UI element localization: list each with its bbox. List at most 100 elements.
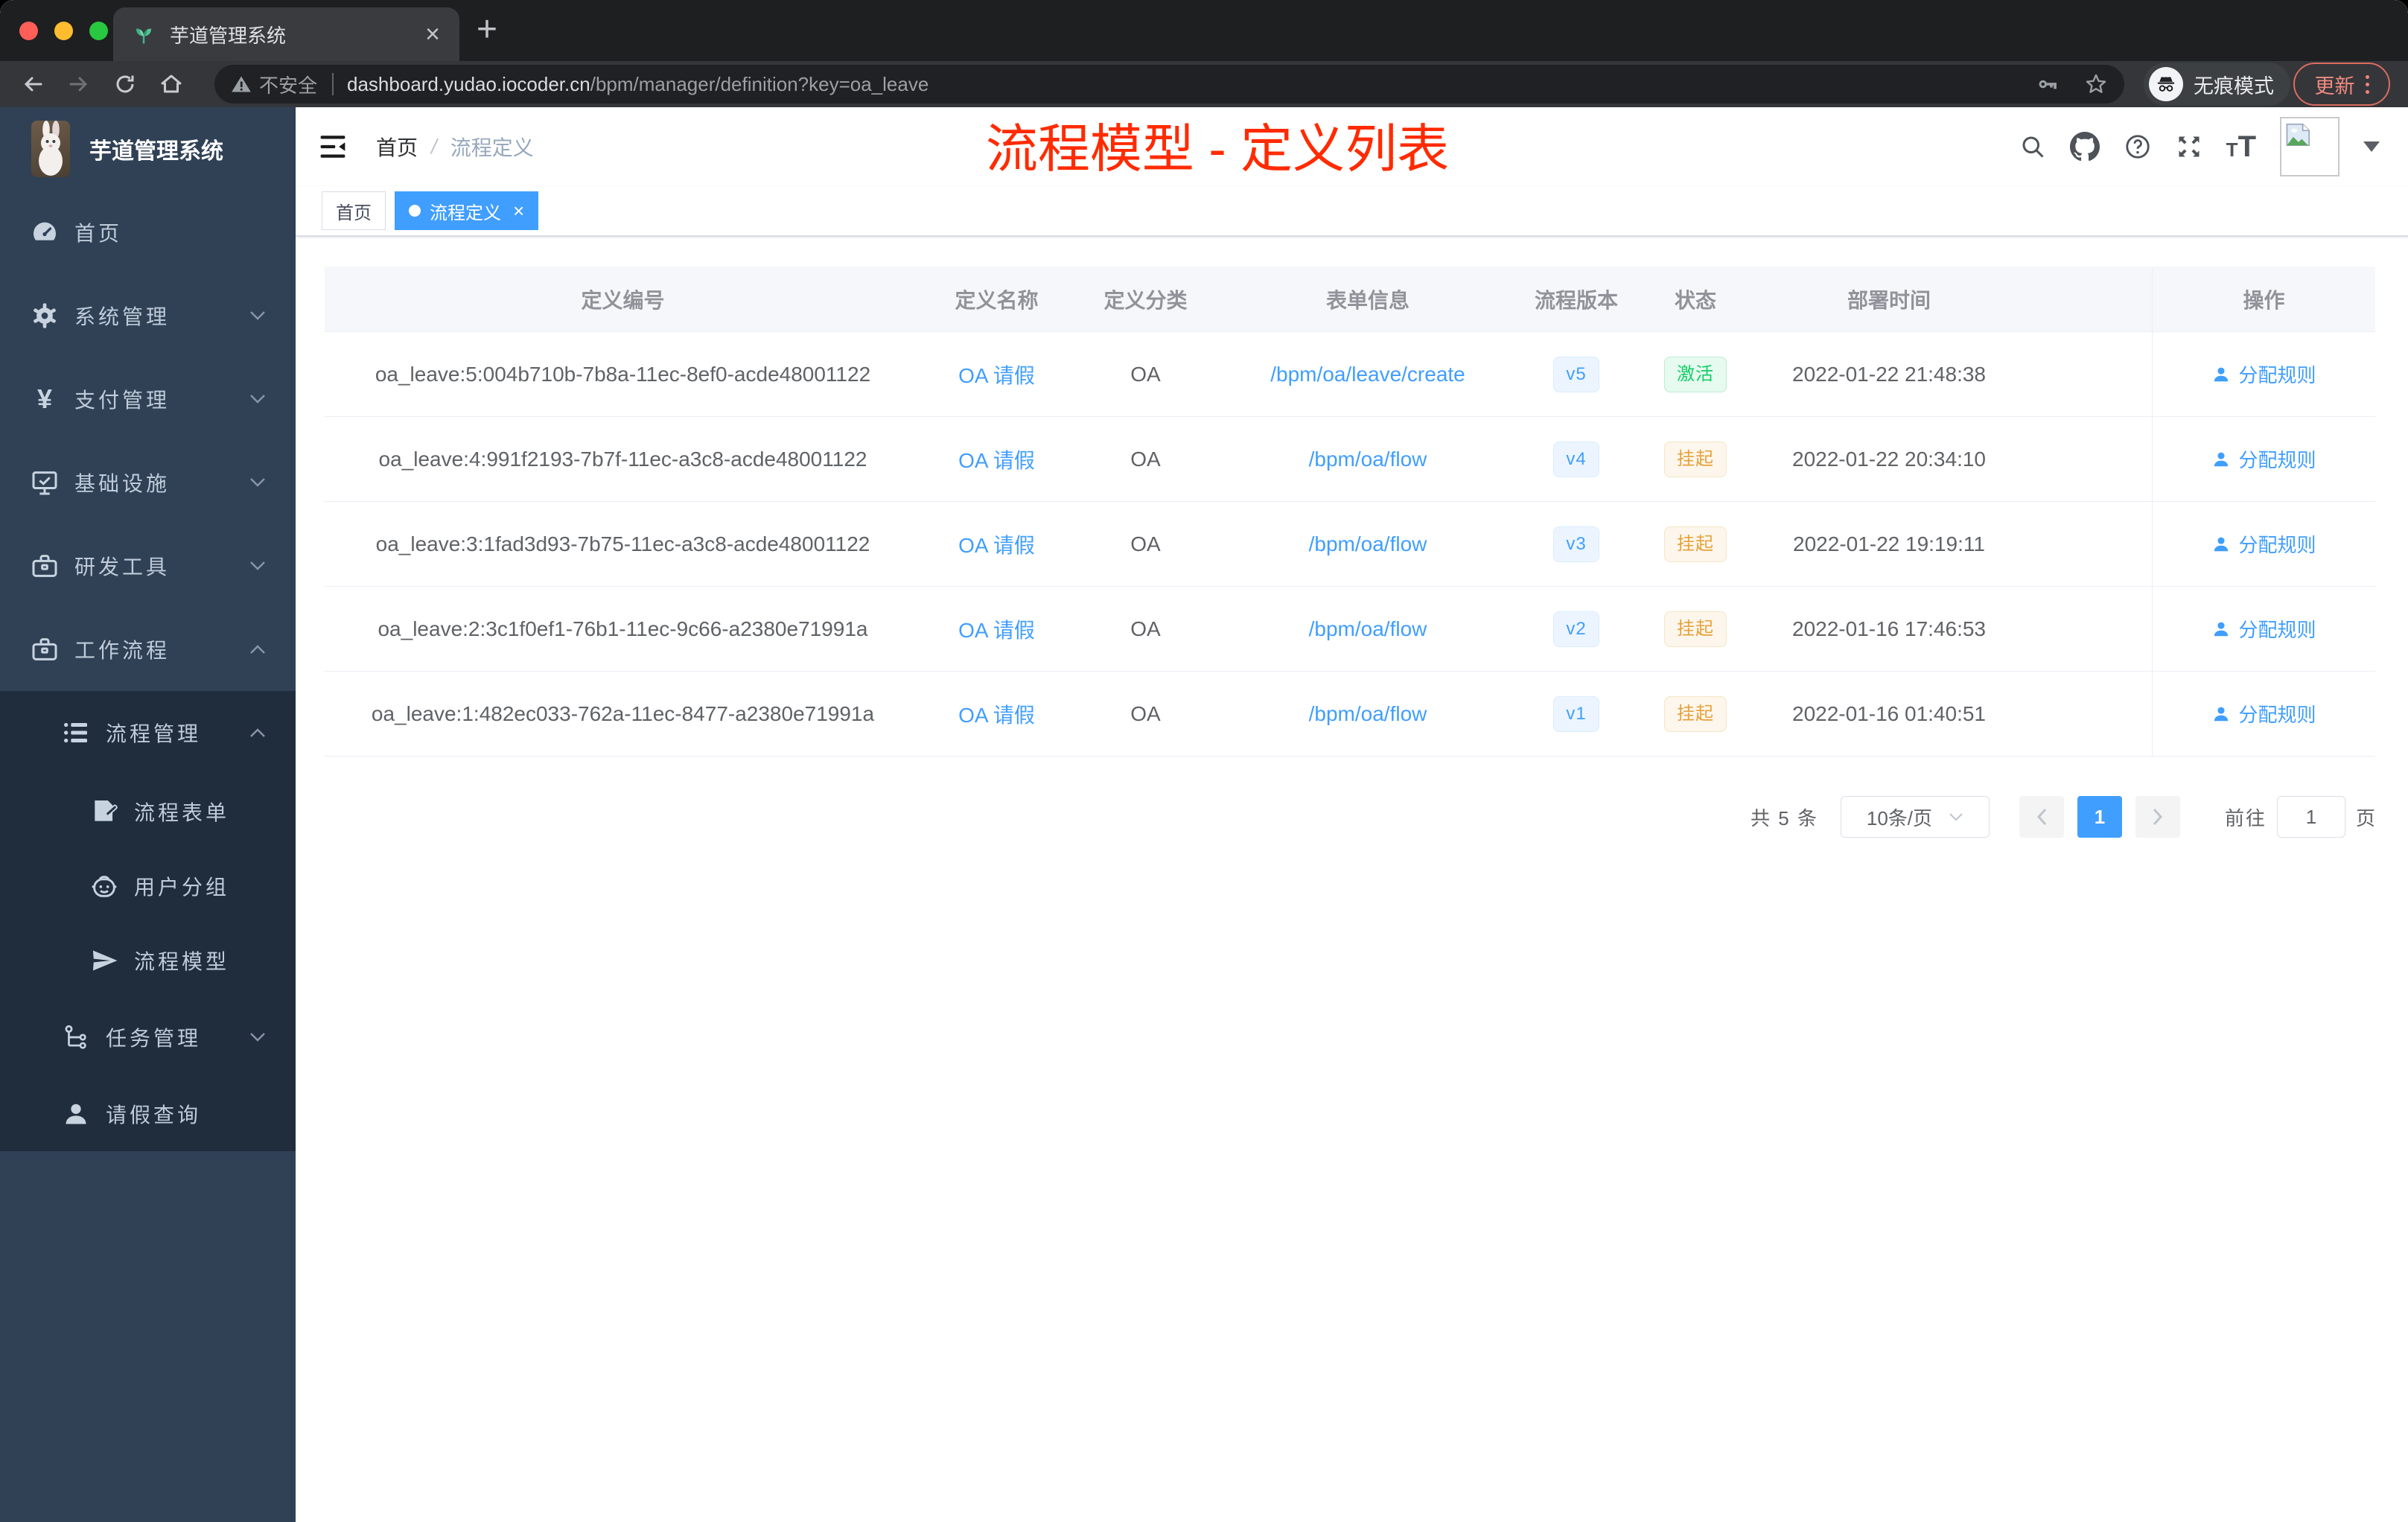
- url-bar[interactable]: 不安全 dashboard.yudao.iocoder.cn/bpm/manag…: [214, 65, 2124, 104]
- sidebar-label: 支付管理: [74, 389, 171, 412]
- sidebar-item-process-model[interactable]: 流程模型: [0, 923, 296, 998]
- goto-label: 前往: [2224, 806, 2267, 830]
- tags-view-bar: 首页 流程定义 ×: [296, 186, 2408, 237]
- definition-name-link[interactable]: OA 请假: [958, 529, 1035, 559]
- table-row: oa_leave:5:004b710b-7b8a-11ec-8ef0-acde4…: [325, 332, 2375, 417]
- sidebar-item-home[interactable]: 首页: [0, 191, 296, 274]
- definition-category: OA: [1130, 701, 1161, 725]
- form-link[interactable]: /bpm/oa/flow: [1309, 702, 1427, 726]
- definition-name-link[interactable]: OA 请假: [958, 614, 1035, 644]
- sidebar-label: 流程模型: [134, 950, 230, 973]
- form-link[interactable]: /bpm/oa/leave/create: [1270, 363, 1465, 386]
- close-window-button[interactable]: [19, 22, 38, 40]
- maximize-window-button[interactable]: [89, 22, 108, 40]
- column-header: 定义编号: [581, 288, 665, 312]
- form-link[interactable]: /bpm/oa/flow: [1309, 448, 1427, 471]
- tag-label: 首页: [336, 203, 372, 223]
- forward-icon[interactable]: [66, 71, 92, 98]
- column-header: 部署时间: [1847, 288, 1931, 312]
- breadcrumb-home[interactable]: 首页: [376, 132, 418, 162]
- update-label: 更新: [2314, 74, 2355, 98]
- tag-close-icon[interactable]: ×: [513, 201, 524, 220]
- tab-close-icon[interactable]: ×: [425, 22, 440, 47]
- pagination: 共 5 条 10条/页 1 前往 页: [1751, 796, 2375, 838]
- bookmark-star-icon[interactable]: [2084, 72, 2108, 96]
- fullscreen-icon[interactable]: [2176, 133, 2202, 160]
- chevron-up-icon: [249, 644, 266, 655]
- assign-rule-link[interactable]: 分配规则: [2211, 615, 2316, 643]
- sidebar-item-workflow[interactable]: 工作流程: [0, 608, 296, 691]
- column-header: 定义分类: [1103, 288, 1188, 312]
- sidebar-item-task-manage[interactable]: 任务管理: [0, 998, 296, 1077]
- sidebar-item-devtools[interactable]: 研发工具: [0, 524, 296, 608]
- form-link[interactable]: /bpm/oa/flow: [1309, 617, 1427, 641]
- table-row: oa_leave:3:1fad3d93-7b75-11ec-a3c8-acde4…: [325, 502, 2375, 587]
- app-logo[interactable]: 芋道管理系统: [0, 107, 296, 191]
- page-size-select[interactable]: 10条/页: [1840, 796, 1990, 838]
- tag-home[interactable]: 首页: [322, 191, 386, 230]
- status-badge: 挂起: [1664, 526, 1727, 562]
- form-link[interactable]: /bpm/oa/flow: [1309, 532, 1427, 556]
- avatar-caret-icon[interactable]: [2363, 141, 2380, 152]
- table-row: oa_leave:4:991f2193-7b7f-11ec-a3c8-acde4…: [325, 417, 2375, 502]
- new-tab-button[interactable]: +: [477, 12, 497, 48]
- goto-page-input[interactable]: [2276, 796, 2345, 838]
- reload-icon[interactable]: [112, 71, 138, 98]
- chevron-left-icon: [2036, 808, 2047, 826]
- app-title: 芋道管理系统: [89, 139, 223, 164]
- table-row: oa_leave:1:482ec033-762a-11ec-8477-a2380…: [325, 672, 2375, 757]
- browser-menu-icon[interactable]: [2365, 74, 2369, 94]
- password-key-icon[interactable]: [2036, 73, 2059, 95]
- gear-icon: [28, 301, 61, 331]
- browser-tab[interactable]: 芋道管理系统 ×: [113, 7, 459, 61]
- chevron-down-icon: [249, 394, 266, 404]
- deploy-time: 2022-01-22 20:34:10: [1792, 447, 1986, 471]
- action-label: 分配规则: [2238, 619, 2316, 641]
- definition-id: oa_leave:1:482ec033-762a-11ec-8477-a2380…: [371, 701, 875, 725]
- favicon-plant-icon: [133, 23, 155, 45]
- sidebar-item-leave-query[interactable]: 请假查询: [0, 1077, 296, 1151]
- chevron-right-icon: [2153, 808, 2162, 826]
- sidebar-collapse-icon[interactable]: [318, 133, 348, 160]
- definition-name-link[interactable]: OA 请假: [958, 445, 1035, 474]
- search-icon[interactable]: [2019, 133, 2046, 160]
- assign-rule-link[interactable]: 分配规则: [2211, 445, 2316, 473]
- help-icon[interactable]: [2124, 133, 2152, 161]
- security-label[interactable]: 不安全: [259, 71, 317, 98]
- sidebar-item-system[interactable]: 系统管理: [0, 274, 296, 357]
- logo-rabbit-image: [31, 121, 70, 177]
- assign-rule-link[interactable]: 分配规则: [2211, 360, 2316, 388]
- avatar[interactable]: [2280, 117, 2339, 176]
- home-icon[interactable]: [158, 71, 185, 98]
- next-page-button[interactable]: [2135, 796, 2180, 838]
- sidebar-item-process-manage[interactable]: 流程管理: [0, 691, 296, 774]
- assign-rule-link[interactable]: 分配规则: [2211, 700, 2316, 727]
- tag-process-definition[interactable]: 流程定义 ×: [395, 191, 539, 230]
- page-unit-label: 页: [2355, 806, 2375, 830]
- action-label: 分配规则: [2238, 704, 2316, 726]
- font-size-icon[interactable]: TT: [2226, 130, 2256, 164]
- sidebar-label: 系统管理: [74, 305, 171, 328]
- prev-page-button[interactable]: [2019, 796, 2064, 838]
- current-page-button[interactable]: 1: [2077, 796, 2122, 838]
- url-path: /bpm/manager/definition?key=oa_leave: [590, 72, 929, 95]
- window-controls: [19, 22, 108, 40]
- github-icon[interactable]: [2069, 132, 2100, 162]
- sidebar-label: 工作流程: [74, 639, 171, 662]
- sidebar-item-infrastructure[interactable]: 基础设施: [0, 441, 296, 524]
- sidebar-item-payment[interactable]: ¥ 支付管理: [0, 357, 296, 441]
- definition-name-link[interactable]: OA 请假: [958, 699, 1035, 729]
- sidebar-item-process-form[interactable]: 流程表单: [0, 774, 296, 849]
- back-icon[interactable]: [19, 71, 46, 98]
- toolbox-icon: [28, 551, 61, 581]
- definition-name-link[interactable]: OA 请假: [958, 360, 1035, 389]
- chrome-update-button[interactable]: 更新: [2293, 63, 2390, 106]
- table-header-row: 定义编号 定义名称 定义分类 表单信息 流程版本 状态 部署时间 操作: [325, 267, 2375, 332]
- status-badge: 挂起: [1664, 611, 1727, 647]
- paper-plane-icon: [88, 946, 121, 975]
- sidebar-label: 请假查询: [106, 1104, 202, 1127]
- minimize-window-button[interactable]: [54, 22, 73, 40]
- assign-rule-link[interactable]: 分配规则: [2211, 530, 2316, 558]
- breadcrumb: 首页 / 流程定义: [376, 132, 534, 162]
- sidebar-item-user-group[interactable]: 用户分组: [0, 849, 296, 923]
